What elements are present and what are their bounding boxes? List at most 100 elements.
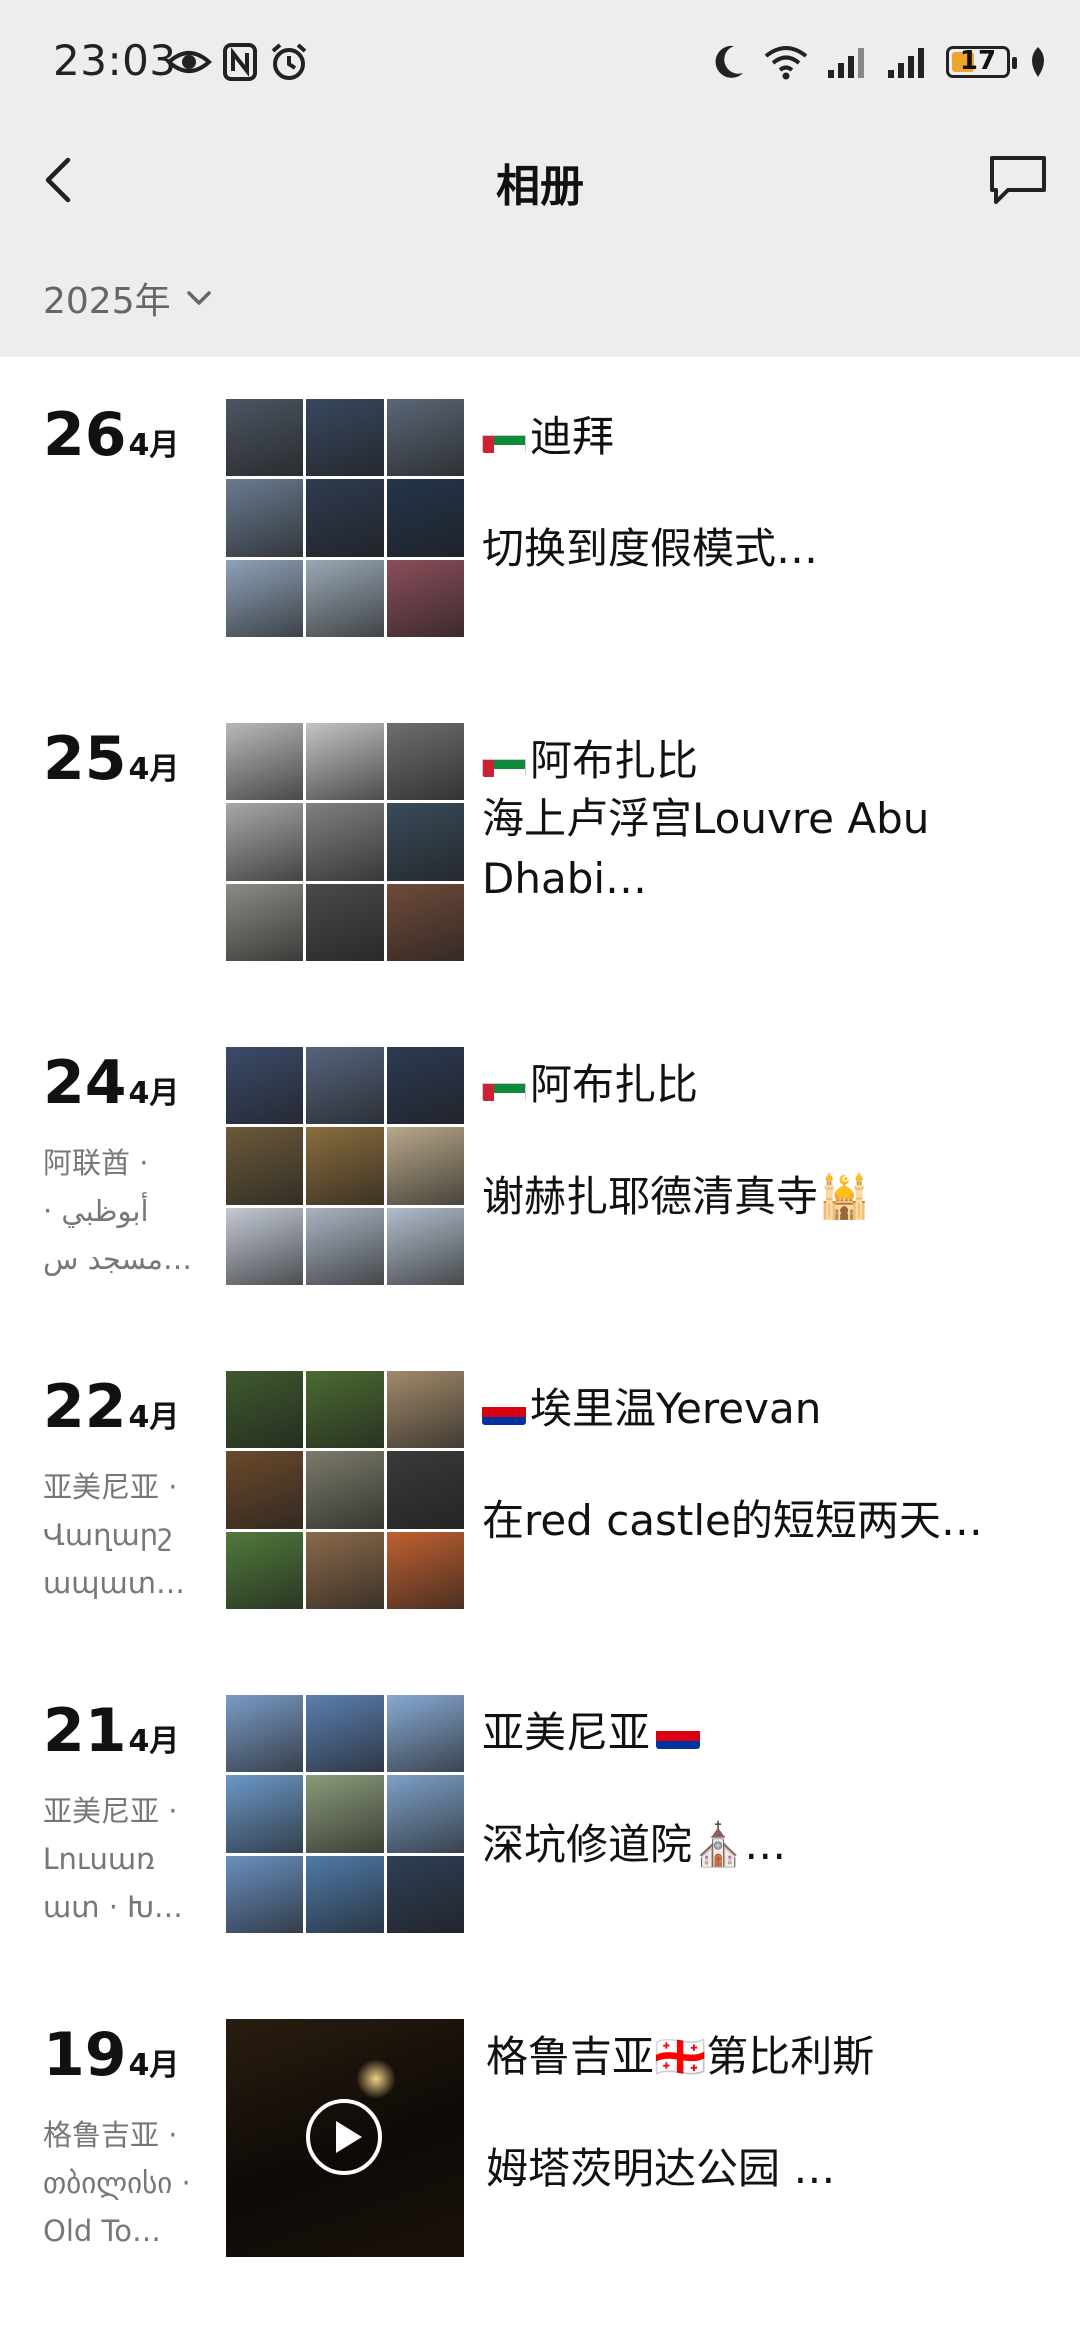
photo-thumbnail[interactable] bbox=[226, 1775, 304, 1853]
photo-thumbnail[interactable] bbox=[386, 803, 464, 881]
photo-thumbnail[interactable] bbox=[306, 1047, 384, 1125]
photo-grid[interactable] bbox=[226, 399, 464, 637]
photo-thumbnail[interactable] bbox=[226, 479, 304, 557]
entry-title: 格鲁吉亚🇬🇪第比利斯 bbox=[486, 2032, 875, 2081]
moon-icon bbox=[715, 45, 743, 78]
photo-thumbnail[interactable] bbox=[226, 1047, 304, 1125]
photo-thumbnail[interactable] bbox=[306, 1695, 384, 1773]
entry-location: 阿联酋 · أبوظبي · مسجد س… bbox=[43, 1146, 192, 1276]
entry-day: 22 bbox=[43, 1372, 127, 1442]
album-entry[interactable]: 244月 阿联酋 · أبوظبي · مسجد س… 阿布扎比 谢赫扎耶德清真… bbox=[0, 1047, 1080, 1287]
entry-description: 深坑修道院⛪… bbox=[482, 1820, 787, 1869]
photo-thumbnail[interactable] bbox=[306, 1127, 384, 1205]
uae-flag-icon bbox=[482, 423, 526, 453]
entry-month: 4月 bbox=[128, 752, 180, 787]
photo-thumbnail[interactable] bbox=[226, 803, 304, 881]
photo-thumbnail[interactable] bbox=[306, 883, 384, 961]
photo-thumbnail[interactable] bbox=[306, 1855, 384, 1933]
entry-title: 埃里温Yerevan bbox=[482, 1381, 821, 1437]
photo-grid[interactable] bbox=[226, 1047, 464, 1285]
entry-day: 26 bbox=[43, 400, 127, 470]
photo-thumbnail[interactable] bbox=[226, 1371, 304, 1449]
photo-thumbnail[interactable] bbox=[386, 1127, 464, 1205]
album-entry[interactable]: 254月 阿布扎比 海上卢浮宫Louvre Abu Dhabi… bbox=[0, 723, 1080, 963]
video-thumbnail[interactable] bbox=[226, 2019, 464, 2257]
photo-thumbnail[interactable] bbox=[386, 1531, 464, 1609]
battery-level: 17 bbox=[959, 46, 997, 76]
album-entry[interactable]: 224月 亚美尼亚 · Վաղարշ ապատ… 埃里温Yerevan 在red… bbox=[0, 1371, 1080, 1611]
entry-day: 19 bbox=[43, 2020, 127, 2090]
uae-flag-icon bbox=[482, 1071, 526, 1101]
photo-thumbnail[interactable] bbox=[306, 1207, 384, 1285]
photo-grid[interactable] bbox=[226, 1695, 464, 1933]
signal-icon bbox=[828, 48, 864, 78]
armenia-flag-icon bbox=[482, 1395, 526, 1425]
photo-thumbnail[interactable] bbox=[226, 559, 304, 637]
photo-thumbnail[interactable] bbox=[306, 1371, 384, 1449]
photo-thumbnail[interactable] bbox=[386, 1451, 464, 1529]
photo-thumbnail[interactable] bbox=[226, 1127, 304, 1205]
photo-thumbnail[interactable] bbox=[306, 1451, 384, 1529]
photo-thumbnail[interactable] bbox=[306, 1775, 384, 1853]
entry-description: 海上卢浮宫Louvre Abu Dhabi… bbox=[482, 794, 930, 903]
photo-thumbnail[interactable] bbox=[226, 883, 304, 961]
photo-thumbnail[interactable] bbox=[226, 1531, 304, 1609]
chevron-down-icon bbox=[186, 291, 211, 305]
album-entry[interactable]: 264月 迪拜 切换到度假模式… bbox=[0, 399, 1080, 639]
entry-location: 亚美尼亚 · Լուսառ ատ · Խ… bbox=[43, 1794, 183, 1924]
status-bar: 23:03 17 bbox=[0, 0, 1080, 120]
entry-title: 阿布扎比 bbox=[482, 733, 698, 789]
photo-thumbnail[interactable] bbox=[306, 723, 384, 801]
wifi-icon bbox=[764, 46, 808, 80]
photo-thumbnail[interactable] bbox=[226, 723, 304, 801]
album-entry[interactable]: 194月 格鲁吉亚 · თბილისი · Old To… 格鲁吉亚🇬🇪第比利斯… bbox=[0, 2019, 1080, 2259]
photo-thumbnail[interactable] bbox=[386, 1855, 464, 1933]
battery-icon: 17 bbox=[946, 46, 1017, 78]
photo-thumbnail[interactable] bbox=[306, 1531, 384, 1609]
entry-description: 在red castle的短短两天… bbox=[482, 1496, 983, 1545]
photo-thumbnail[interactable] bbox=[386, 1047, 464, 1125]
entry-date: 214月 bbox=[43, 1695, 179, 1767]
photo-thumbnail[interactable] bbox=[386, 1371, 464, 1449]
eye-icon bbox=[166, 51, 212, 73]
photo-thumbnail[interactable] bbox=[306, 559, 384, 637]
photo-thumbnail[interactable] bbox=[306, 399, 384, 477]
year-filter[interactable]: 2025年 bbox=[43, 272, 213, 324]
video-light bbox=[356, 2059, 396, 2099]
armenia-flag-icon bbox=[656, 1719, 701, 1749]
photo-thumbnail[interactable] bbox=[226, 399, 304, 477]
photo-thumbnail[interactable] bbox=[386, 559, 464, 637]
photo-thumbnail[interactable] bbox=[386, 883, 464, 961]
photo-thumbnail[interactable] bbox=[386, 723, 464, 801]
photo-thumbnail[interactable] bbox=[386, 399, 464, 477]
entry-day: 21 bbox=[43, 1696, 127, 1766]
entry-location: 格鲁吉亚 · თბილისი · Old To… bbox=[43, 2118, 191, 2248]
photo-grid[interactable] bbox=[226, 723, 464, 961]
entry-location: 亚美尼亚 · Վաղարշ ապատ… bbox=[43, 1470, 185, 1600]
photo-thumbnail[interactable] bbox=[226, 1207, 304, 1285]
photo-thumbnail[interactable] bbox=[386, 1207, 464, 1285]
photo-thumbnail[interactable] bbox=[386, 1775, 464, 1853]
photo-thumbnail[interactable] bbox=[226, 1451, 304, 1529]
entry-description: 姆塔茨明达公园 … bbox=[486, 2144, 836, 2193]
alarm-icon bbox=[271, 43, 307, 80]
photo-thumbnail[interactable] bbox=[226, 1855, 304, 1933]
photo-thumbnail[interactable] bbox=[306, 803, 384, 881]
message-icon[interactable] bbox=[986, 150, 1050, 210]
album-entry[interactable]: 214月 亚美尼亚 · Լուսառ ատ · Խ… 亚美尼亚 深坑修道院⛪… bbox=[0, 1695, 1080, 1935]
entry-date: 244月 bbox=[43, 1047, 179, 1119]
status-right-icons: 17 bbox=[712, 40, 1050, 84]
photo-thumbnail[interactable] bbox=[226, 1695, 304, 1773]
photo-thumbnail[interactable] bbox=[306, 479, 384, 557]
entry-month: 4月 bbox=[128, 2048, 180, 2083]
photo-grid[interactable] bbox=[226, 1371, 464, 1609]
entry-month: 4月 bbox=[128, 1076, 180, 1111]
entry-date: 264月 bbox=[43, 399, 179, 471]
entry-description: 切换到度假模式… bbox=[482, 524, 819, 573]
photo-thumbnail[interactable] bbox=[386, 479, 464, 557]
uae-flag-icon bbox=[482, 747, 526, 777]
photo-thumbnail[interactable] bbox=[386, 1695, 464, 1773]
signal-icon bbox=[888, 48, 924, 78]
status-time: 23:03 bbox=[53, 36, 177, 85]
play-icon[interactable] bbox=[306, 2099, 382, 2175]
